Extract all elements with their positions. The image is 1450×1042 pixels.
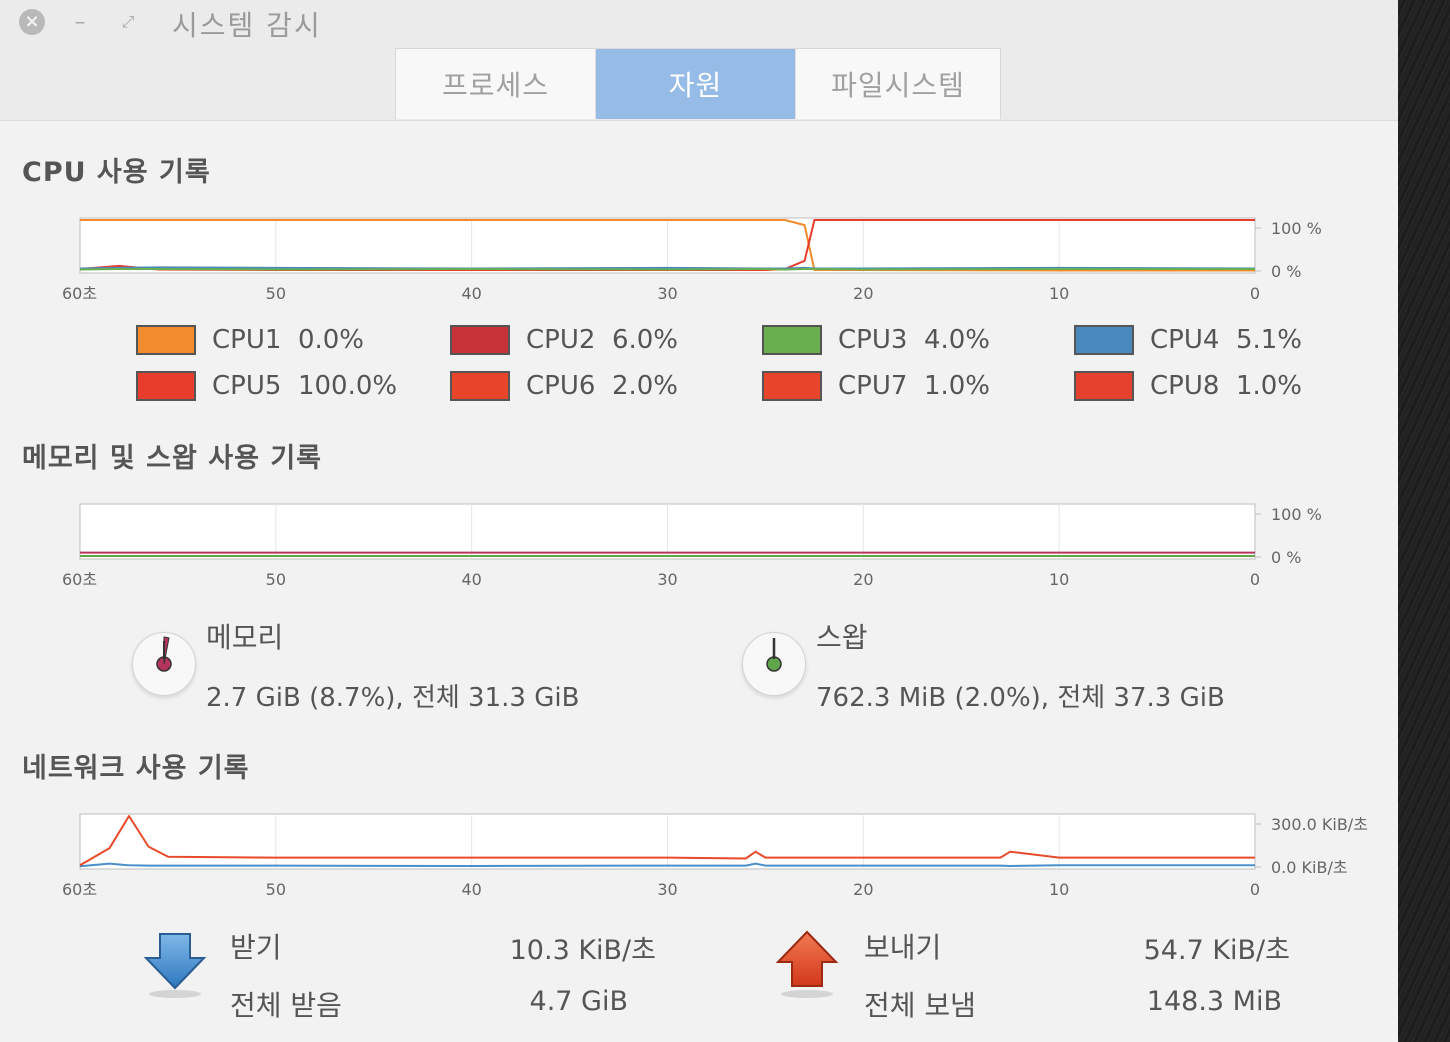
cpu4-color-swatch[interactable] <box>1074 325 1134 355</box>
maximize-icon[interactable]: ⤢ <box>114 8 142 36</box>
cpu1-color-swatch[interactable] <box>136 325 196 355</box>
cpu7-name: CPU7 <box>838 371 908 401</box>
cpu4-name: CPU4 <box>1150 325 1220 355</box>
cpu7-color-swatch[interactable] <box>762 371 822 401</box>
network-x-tick: 10 <box>1049 880 1069 899</box>
memory-x-tick: 10 <box>1049 570 1069 589</box>
network-y-tick-min: 0.0 KiB/초 <box>1271 858 1348 877</box>
cpu2-value: 6.0% <box>611 325 678 355</box>
legend-cpu4[interactable]: CPU4 5.1% <box>1074 325 1302 355</box>
cpu3-color-swatch[interactable] <box>762 325 822 355</box>
titlebar: × – ⤢ 시스템 감시 프로세스 자원 파일시스템 <box>0 0 1398 121</box>
cpu4-value: 5.1% <box>1235 325 1302 355</box>
memory-gauge-icon <box>132 632 196 696</box>
cpu6-value: 2.0% <box>611 371 678 401</box>
swap-value: 762.3 MiB (2.0%), 전체 37.3 GiB <box>816 683 1225 713</box>
cpu8-name: CPU8 <box>1150 371 1220 401</box>
legend-cpu3[interactable]: CPU3 4.0% <box>762 325 990 355</box>
cpu6-name: CPU6 <box>526 371 596 401</box>
tab-filesystems[interactable]: 파일시스템 <box>796 49 1000 119</box>
network-y-tick-max: 300.0 KiB/초 <box>1271 815 1368 834</box>
legend-cpu1[interactable]: CPU1 0.0% <box>136 325 364 355</box>
system-monitor-window: × – ⤢ 시스템 감시 프로세스 자원 파일시스템 CPU 사용 기록 60초… <box>0 0 1398 1042</box>
memory-y-tick-max: 100 % <box>1271 505 1322 524</box>
cpu3-name: CPU3 <box>838 325 908 355</box>
cpu-series-CPU3 <box>79 268 1255 271</box>
cpu8-value: 1.0% <box>1235 371 1302 401</box>
memory-label: 메모리 <box>206 621 284 654</box>
receive-label: 받기 <box>230 931 282 964</box>
network-x-tick: 40 <box>461 880 481 899</box>
tab-processes[interactable]: 프로세스 <box>396 49 596 119</box>
total-received-value: 4.7 GiB <box>529 986 628 1017</box>
cpu-history-graph: 60초 50 40 30 20 10 0 100 % 0 % <box>62 217 1322 303</box>
memory-value: 2.7 GiB (8.7%), 전체 31.3 GiB <box>206 683 580 713</box>
cpu2-name: CPU2 <box>526 325 596 355</box>
total-received-label: 전체 받음 <box>230 989 342 1022</box>
cpu2-color-swatch[interactable] <box>450 325 510 355</box>
upload-arrow-icon <box>775 930 839 998</box>
close-button[interactable]: × <box>18 8 46 36</box>
cpu1-value: 0.0% <box>297 325 364 355</box>
cpu-x-tick: 60초 <box>62 284 97 303</box>
swap-gauge-icon <box>742 632 806 696</box>
legend-cpu8[interactable]: CPU8 1.0% <box>1074 371 1302 401</box>
network-x-tick: 60초 <box>62 880 97 899</box>
cpu-y-tick-min: 0 % <box>1271 262 1301 281</box>
tab-resources[interactable]: 자원 <box>596 49 796 119</box>
legend-cpu6[interactable]: CPU6 2.0% <box>450 371 678 401</box>
memory-x-tick: 20 <box>853 570 873 589</box>
send-label: 보내기 <box>864 931 942 964</box>
network-x-tick: 0 <box>1250 880 1260 899</box>
cpu-x-tick: 0 <box>1250 284 1260 303</box>
tab-bar: 프로세스 자원 파일시스템 <box>395 48 1001 119</box>
cpu7-value: 1.0% <box>923 371 990 401</box>
cpu8-color-swatch[interactable] <box>1074 371 1134 401</box>
legend-cpu2[interactable]: CPU2 6.0% <box>450 325 678 355</box>
network-x-tick: 50 <box>266 880 286 899</box>
window-title: 시스템 감시 <box>172 9 322 42</box>
memory-x-tick: 0 <box>1250 570 1260 589</box>
send-rate: 54.7 KiB/초 <box>1143 935 1290 966</box>
cpu-x-tick: 10 <box>1049 284 1069 303</box>
memory-x-tick: 30 <box>657 570 677 589</box>
swap-label: 스왑 <box>816 621 868 654</box>
cpu-x-tick: 20 <box>853 284 873 303</box>
memory-y-tick-min: 0 % <box>1271 548 1301 567</box>
total-sent-value: 148.3 MiB <box>1146 986 1282 1017</box>
minimize-icon[interactable]: – <box>66 8 94 36</box>
desktop-background <box>1398 0 1450 1042</box>
legend-cpu5[interactable]: CPU5 100.0% <box>136 371 397 401</box>
total-sent-label: 전체 보냄 <box>864 989 976 1022</box>
cpu-section-title: CPU 사용 기록 <box>22 157 211 188</box>
download-arrow-icon <box>143 933 207 998</box>
cpu5-name: CPU5 <box>212 371 282 401</box>
memory-history-graph: 60초 50 40 30 20 10 0 100 % 0 % <box>62 503 1322 589</box>
close-icon[interactable]: × <box>19 9 45 35</box>
receive-rate: 10.3 KiB/초 <box>509 935 656 966</box>
cpu-x-tick: 40 <box>461 284 481 303</box>
memory-x-tick: 50 <box>266 570 286 589</box>
legend-cpu7[interactable]: CPU7 1.0% <box>762 371 990 401</box>
memory-section-title: 메모리 및 스왑 사용 기록 <box>22 443 322 474</box>
cpu1-name: CPU1 <box>212 325 282 355</box>
network-x-tick: 20 <box>853 880 873 899</box>
network-section-title: 네트워크 사용 기록 <box>22 753 250 784</box>
cpu-x-tick: 50 <box>266 284 286 303</box>
cpu-y-tick-max: 100 % <box>1271 219 1322 238</box>
memory-x-tick: 60초 <box>62 570 97 589</box>
cpu6-color-swatch[interactable] <box>450 371 510 401</box>
cpu5-color-swatch[interactable] <box>136 371 196 401</box>
cpu5-value: 100.0% <box>297 371 398 401</box>
memory-x-tick: 40 <box>461 570 481 589</box>
cpu3-value: 4.0% <box>923 325 990 355</box>
network-history-graph: 60초 50 40 30 20 10 0 300.0 KiB/초 0.0 KiB/초 <box>62 813 1368 899</box>
cpu-x-tick: 30 <box>657 284 677 303</box>
network-x-tick: 30 <box>657 880 677 899</box>
